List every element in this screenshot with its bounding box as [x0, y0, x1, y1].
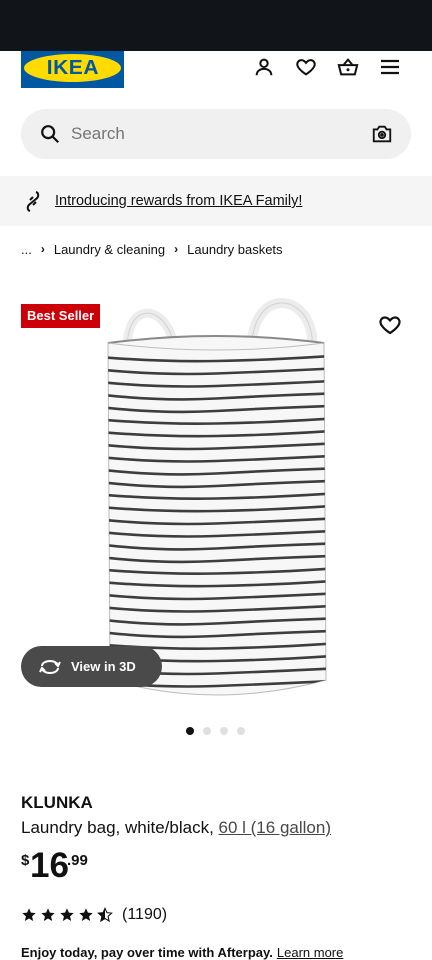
camera-search-icon[interactable] [371, 123, 393, 145]
carousel-dots [186, 727, 254, 735]
heart-icon[interactable] [294, 55, 318, 79]
carousel-dot[interactable] [186, 727, 194, 735]
rotate-3d-icon [39, 659, 61, 674]
search-bar[interactable] [21, 109, 411, 159]
logo-oval: IKEA [24, 54, 121, 82]
afterpay-message: Enjoy today, pay over time with Afterpay… [21, 945, 343, 960]
star-icon [79, 908, 93, 921]
product-rating[interactable]: (1190) [21, 904, 167, 926]
product-size-link[interactable]: 60 l (16 gallon) [219, 818, 331, 837]
account-icon[interactable] [252, 55, 276, 79]
status-bar [0, 0, 432, 51]
breadcrumb-laundry-baskets[interactable]: Laundry baskets [187, 242, 282, 257]
promo-banner: Introducing rewards from IKEA Family! [0, 176, 432, 226]
breadcrumb-laundry-cleaning[interactable]: Laundry & cleaning [54, 242, 165, 257]
search-input[interactable] [71, 109, 351, 159]
header: IKEA [0, 51, 432, 91]
breadcrumb: ... › Laundry & cleaning › Laundry baske… [21, 239, 283, 259]
view-in-3d-label: View in 3D [71, 659, 136, 674]
breadcrumb-separator: › [40, 242, 45, 256]
product-name: KLUNKA [21, 793, 93, 812]
star-icon [60, 908, 74, 921]
carousel-dot[interactable] [203, 727, 211, 735]
hamburger-menu-icon[interactable] [378, 55, 402, 79]
breadcrumb-separator: › [174, 242, 179, 256]
view-in-3d-button[interactable]: View in 3D [21, 646, 162, 687]
breadcrumb-ellipsis[interactable]: ... [21, 242, 32, 257]
product-description-text: Laundry bag, white/black, [21, 818, 219, 837]
price-decimal: .99 [67, 852, 88, 869]
rating-count: (1190) [122, 906, 168, 923]
logo-text: IKEA [46, 56, 99, 79]
half-star-icon [97, 907, 113, 923]
price-integer: 16 [30, 846, 69, 885]
star-icon [22, 908, 36, 921]
star-icon [41, 908, 55, 921]
favorite-heart-icon[interactable] [378, 313, 402, 337]
carousel-dot[interactable] [237, 727, 245, 735]
product-image[interactable] [100, 285, 332, 705]
promo-link[interactable]: Introducing rewards from IKEA Family! [55, 176, 302, 226]
price-currency: $ [21, 852, 30, 869]
afterpay-text: Enjoy today, pay over time with Afterpay… [21, 945, 273, 960]
carousel-dot[interactable] [220, 727, 228, 735]
search-icon [41, 125, 60, 144]
afterpay-learn-more-link[interactable]: Learn more [277, 945, 343, 960]
rewards-link-icon [26, 191, 40, 212]
product-description: Laundry bag, white/black, 60 l (16 gallo… [21, 818, 331, 838]
basket-icon[interactable] [336, 55, 360, 79]
ikea-logo[interactable]: IKEA [21, 51, 124, 88]
best-seller-badge: Best Seller [21, 304, 101, 328]
